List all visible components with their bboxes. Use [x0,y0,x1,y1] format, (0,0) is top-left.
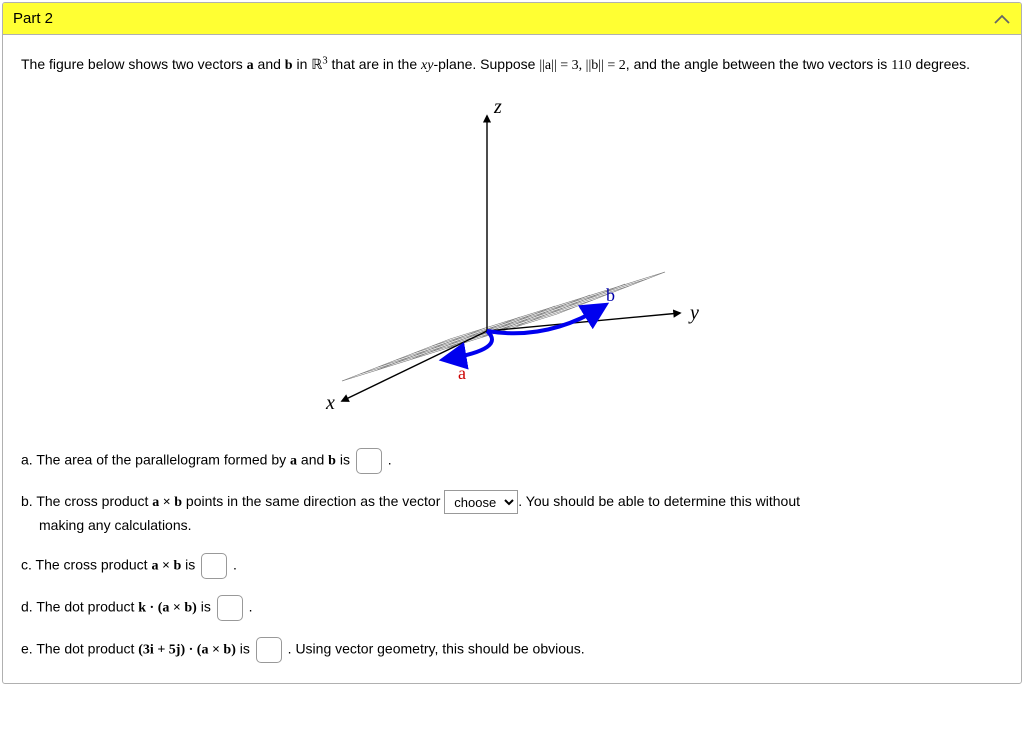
question-c: c. The cross product a × b is . [21,553,1003,579]
text: and [254,56,285,72]
part-header[interactable]: Part 2 [3,3,1021,35]
val-b: = 2 [604,58,626,73]
text: -plane. Suppose [433,56,539,72]
x-label: x [325,392,335,414]
z-label: z [493,96,502,118]
dot-expr: (3i + 5j) · (a × b) [138,642,236,657]
answer-a-input[interactable] [356,448,382,474]
norm-a: ||a|| [539,58,556,73]
norm-b: ||b|| [586,58,604,73]
text: is [181,556,199,572]
question-e: e. The dot product (3i + 5j) · (a × b) i… [21,637,1003,663]
text: . [233,556,237,572]
figure-svg: z y x a b [302,91,722,421]
dot-expr: k · (a × b) [138,600,197,615]
text: is [236,640,254,656]
text: in [293,56,312,72]
problem-container: Part 2 The figure below shows two vector… [2,2,1022,684]
text: making any calculations. [39,514,1003,536]
cross-prod: a × b [152,495,182,510]
angle-value: 110 [891,58,911,73]
text: and [297,451,328,467]
b-label: b [606,285,615,305]
text: c. The cross product [21,556,151,572]
text: is [336,451,354,467]
cross-prod: a × b [151,558,181,573]
text: a. The area of the parallelogram formed … [21,451,290,467]
y-label: y [688,302,699,324]
text: degrees. [912,56,970,72]
a-label: a [458,363,466,383]
answer-e-input[interactable] [256,637,282,663]
intro-text: The figure below shows two vectors a and… [21,53,1003,77]
chevron-up-icon [993,13,1011,25]
answer-d-input[interactable] [217,595,243,621]
answer-b-select[interactable]: choose [444,490,518,514]
grid-plane [342,272,665,381]
part-label: Part 2 [13,10,53,27]
vec-b: b [328,453,336,468]
vector-a: a [247,58,254,73]
text: . You should be able to determine this w… [518,493,800,509]
text: . Using vector geometry, this should be … [288,640,585,656]
text: that are in the [328,56,421,72]
question-a: a. The area of the parallelogram formed … [21,448,1003,474]
text: The figure below shows two vectors [21,56,247,72]
vector-figure: z y x a b [21,91,1003,427]
text: . [388,451,392,467]
answer-c-input[interactable] [201,553,227,579]
text: e. The dot product [21,640,138,656]
val-a: = 3, [557,58,586,73]
content-area: The figure below shows two vectors a and… [3,35,1021,683]
real-space: ℝ3 [311,58,327,73]
question-b: b. The cross product a × b points in the… [21,490,1003,537]
text: d. The dot product [21,598,138,614]
xy-plane: xy [421,58,433,73]
text: b. The cross product [21,493,152,509]
text: points in the same direction as the vect… [182,493,444,509]
text: is [197,598,215,614]
text: , and the angle between the two vectors … [626,56,891,72]
vec-a: a [290,453,297,468]
text: . [249,598,253,614]
vector-b: b [285,58,293,73]
question-d: d. The dot product k · (a × b) is . [21,595,1003,621]
